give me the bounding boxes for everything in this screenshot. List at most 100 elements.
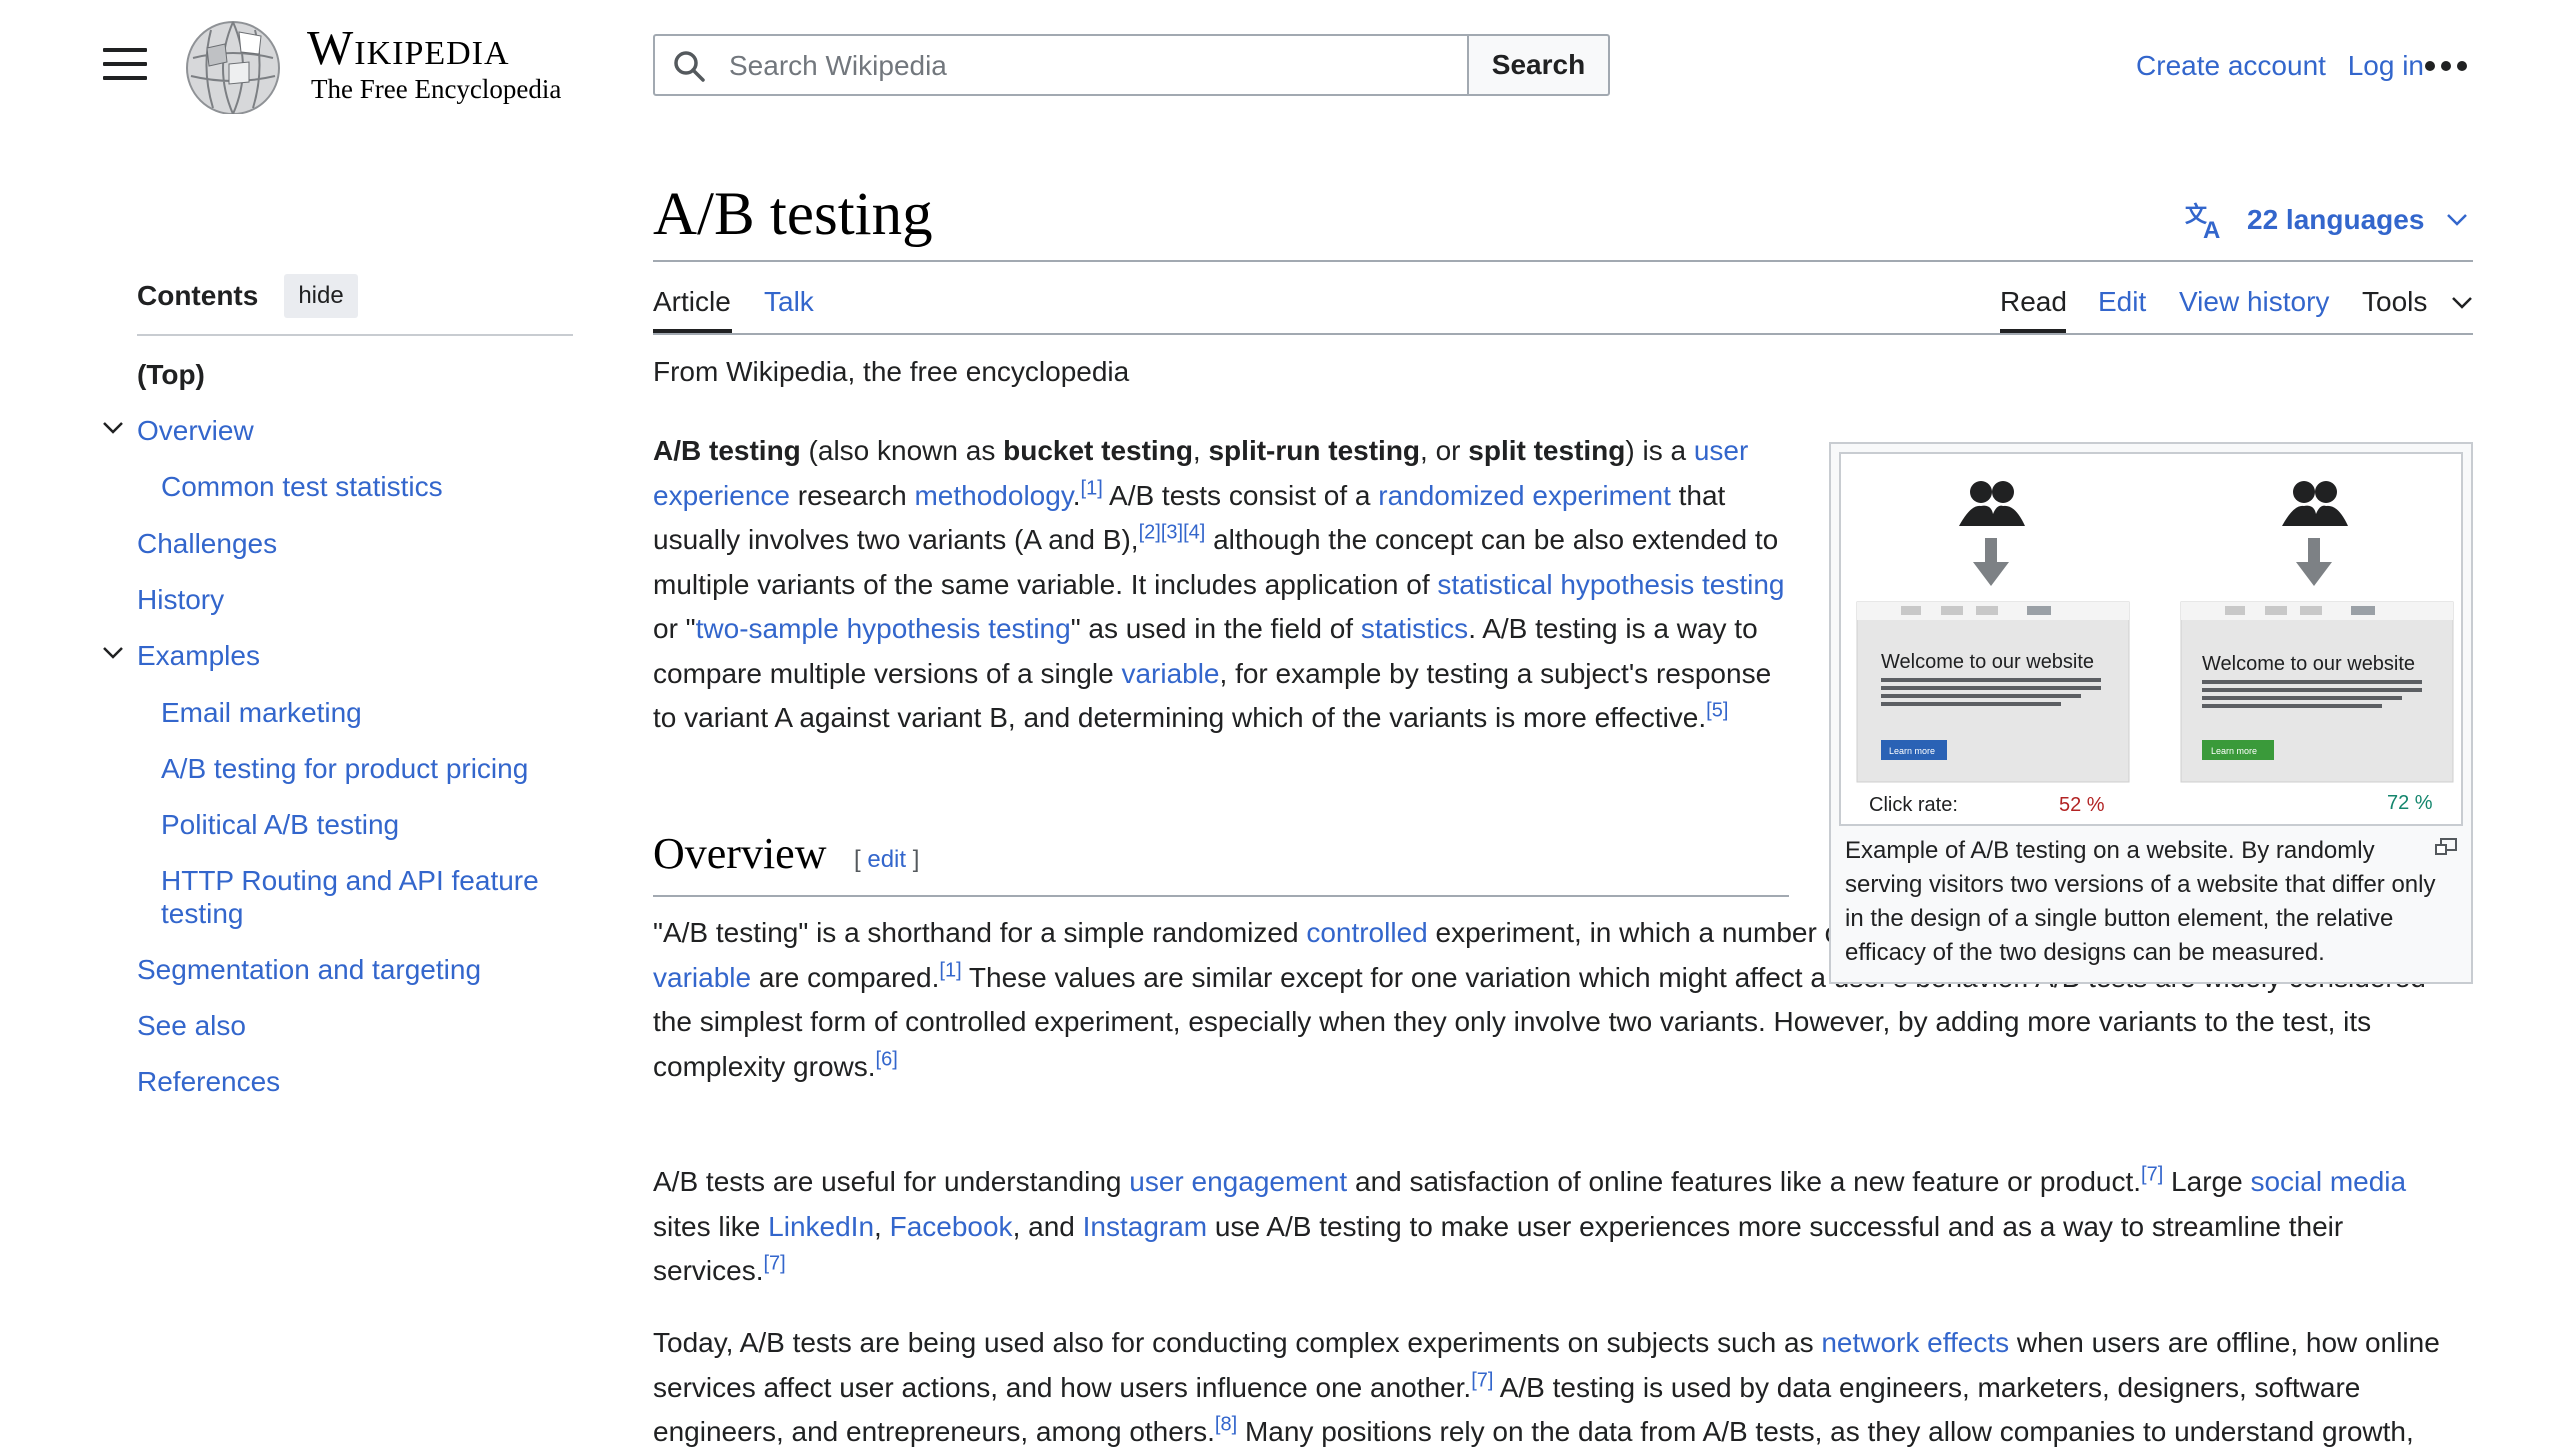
text: (also known as bbox=[800, 435, 1004, 466]
tab-edit[interactable]: Edit bbox=[2098, 286, 2146, 318]
link-social-media[interactable]: social media bbox=[2250, 1166, 2406, 1197]
text: are compared. bbox=[751, 961, 940, 993]
tab-read[interactable]: Read bbox=[2000, 286, 2067, 318]
text: "A/B testing" is a shorthand for a simpl… bbox=[653, 917, 1307, 948]
language-icon: 文 A bbox=[2185, 202, 2220, 240]
tab-view-history[interactable]: View history bbox=[2179, 286, 2329, 318]
tabs-divider bbox=[653, 333, 2473, 335]
link-linkedin[interactable]: LinkedIn bbox=[768, 1211, 874, 1242]
search-box[interactable] bbox=[653, 34, 1469, 96]
text: Large bbox=[2163, 1166, 2251, 1197]
search-input[interactable] bbox=[727, 36, 1451, 96]
toc-divider bbox=[137, 334, 573, 336]
svg-text:A: A bbox=[2203, 217, 2220, 240]
link-user-engagement[interactable]: user engagement bbox=[1129, 1166, 1347, 1197]
citation[interactable]: [3] bbox=[1161, 522, 1183, 544]
ab-testing-figure: Welcome to our website Welcome to our we… bbox=[1829, 442, 2473, 984]
text: and satisfaction of online features like… bbox=[1347, 1166, 2142, 1197]
citation[interactable]: [7] bbox=[763, 1253, 785, 1275]
site-tagline: From Wikipedia, the free encyclopedia bbox=[653, 356, 1130, 387]
link-variable[interactable]: variable bbox=[1121, 658, 1219, 689]
toc-item-examples[interactable]: Examples bbox=[137, 639, 260, 672]
citation[interactable]: [8] bbox=[1215, 1414, 1237, 1436]
table-of-contents: Contents hide bbox=[137, 270, 573, 336]
chevron-down-icon[interactable] bbox=[102, 421, 124, 435]
toc-item-product-pricing[interactable]: A/B testing for product pricing bbox=[161, 752, 528, 785]
link-randomized-experiment[interactable]: randomized experiment bbox=[1378, 480, 1671, 511]
toc-item-http-routing[interactable]: HTTP Routing and API feature testing bbox=[161, 864, 571, 930]
edit-label[interactable]: edit bbox=[867, 846, 906, 873]
citation[interactable]: [1] bbox=[939, 959, 961, 981]
citation[interactable]: [1] bbox=[1081, 477, 1103, 499]
variant-b-heading: Welcome to our website bbox=[2202, 653, 2415, 675]
toc-item-political-ab-testing[interactable]: Political A/B testing bbox=[161, 808, 399, 841]
text: sites like bbox=[653, 1210, 769, 1242]
text: research bbox=[789, 479, 915, 511]
chevron-down-icon[interactable] bbox=[2451, 296, 2473, 310]
search-icon bbox=[674, 51, 705, 82]
create-account-link[interactable]: Create account bbox=[2136, 50, 2326, 81]
logo-tagline: The Free Encyclopedia bbox=[311, 74, 562, 104]
link-statistical-hypothesis-testing[interactable]: statistical hypothesis testing bbox=[1437, 569, 1784, 600]
text: , and bbox=[1012, 1210, 1083, 1242]
citation[interactable]: [4] bbox=[1183, 522, 1205, 544]
variant-a-button-label: Learn more bbox=[1889, 746, 1935, 756]
bold-term: bucket testing bbox=[1003, 435, 1193, 466]
language-button[interactable]: 文 A 22 languages bbox=[2185, 200, 2468, 240]
toc-item-see-also[interactable]: See also bbox=[137, 1009, 246, 1042]
figure-caption: Example of A/B testing on a website. By … bbox=[1845, 837, 2436, 966]
link-controlled[interactable]: controlled bbox=[1306, 917, 1427, 948]
variant-b-rate: 72 % bbox=[2387, 792, 2433, 814]
link-instagram[interactable]: Instagram bbox=[1083, 1211, 1208, 1242]
citation[interactable]: [6] bbox=[876, 1048, 898, 1070]
more-options-icon[interactable] bbox=[2424, 60, 2468, 72]
citation[interactable]: [2] bbox=[1139, 522, 1161, 544]
main-menu-button[interactable] bbox=[103, 48, 147, 84]
text: A/B tests consist of a bbox=[1102, 479, 1379, 511]
text: , bbox=[874, 1210, 890, 1242]
toc-title: Contents bbox=[137, 280, 259, 311]
toc-item-history[interactable]: History bbox=[137, 583, 224, 616]
citation[interactable]: [7] bbox=[1471, 1369, 1493, 1391]
text: or " bbox=[653, 613, 696, 644]
text: . bbox=[1072, 479, 1081, 511]
text: Many positions rely on the data from A/B… bbox=[1237, 1416, 2414, 1447]
toc-item-common-test-statistics[interactable]: Common test statistics bbox=[161, 470, 443, 503]
search-button[interactable]: Search bbox=[1467, 34, 1610, 96]
citation[interactable]: [7] bbox=[2141, 1164, 2163, 1186]
wikipedia-wordmark[interactable]: Wikipedia The Free Encyclopedia bbox=[307, 22, 562, 105]
toc-item-overview[interactable]: Overview bbox=[137, 414, 254, 447]
text: A/B tests are useful for understanding bbox=[653, 1166, 1130, 1197]
overview-paragraph-2: A/B tests are useful for understanding u… bbox=[653, 1160, 2433, 1294]
chevron-down-icon[interactable] bbox=[102, 646, 124, 660]
section-edit-link[interactable]: [ edit ] bbox=[854, 846, 919, 874]
click-rate-label: Click rate: bbox=[1869, 794, 1958, 816]
tab-talk[interactable]: Talk bbox=[764, 286, 814, 318]
toc-item-references[interactable]: References bbox=[137, 1065, 280, 1098]
chevron-down-icon bbox=[2447, 214, 2468, 226]
ab-testing-illustration[interactable]: Welcome to our website Welcome to our we… bbox=[1839, 452, 2463, 826]
text: , bbox=[1192, 435, 1209, 466]
link-statistics[interactable]: statistics bbox=[1361, 613, 1468, 644]
link-two-sample-hypothesis-testing[interactable]: two-sample hypothesis testing bbox=[696, 613, 1071, 644]
citation[interactable]: [5] bbox=[1706, 700, 1728, 722]
toc-item-challenges[interactable]: Challenges bbox=[137, 527, 277, 560]
text: ) is a bbox=[1625, 435, 1694, 466]
intro-paragraph: A/B testing (also known as bucket testin… bbox=[653, 429, 1789, 741]
bold-term: split-run testing bbox=[1208, 435, 1421, 466]
ab-testing-diagram: Welcome to our website Welcome to our we… bbox=[1856, 481, 2454, 816]
link-methodology[interactable]: methodology bbox=[914, 480, 1072, 511]
overview-heading: Overview bbox=[653, 829, 827, 878]
link-facebook[interactable]: Facebook bbox=[890, 1211, 1013, 1242]
wikipedia-globe-logo[interactable] bbox=[183, 18, 287, 115]
tab-article[interactable]: Article bbox=[653, 286, 731, 318]
text: , or bbox=[1420, 435, 1469, 466]
toc-item-top[interactable]: (Top) bbox=[137, 358, 205, 391]
link-network-effects[interactable]: network effects bbox=[1821, 1327, 2009, 1358]
log-in-link[interactable]: Log in bbox=[2348, 50, 2424, 81]
toc-item-email-marketing[interactable]: Email marketing bbox=[161, 696, 362, 729]
overview-paragraph-3: Today, A/B tests are being used also for… bbox=[653, 1321, 2473, 1455]
tab-tools[interactable]: Tools bbox=[2362, 286, 2427, 318]
toc-item-segmentation[interactable]: Segmentation and targeting bbox=[137, 953, 481, 986]
toc-hide-button[interactable]: hide bbox=[284, 274, 358, 318]
